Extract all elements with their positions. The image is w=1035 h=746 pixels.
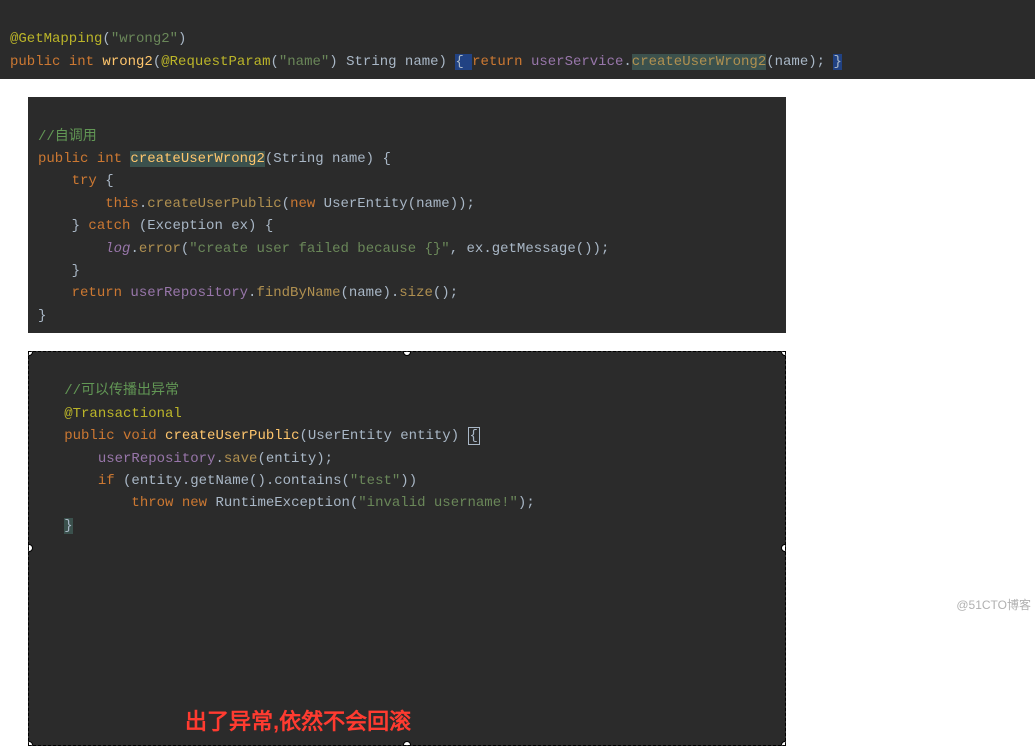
- annotation-text-overlay: 出了异常,依然不会回滚: [185, 704, 411, 739]
- code-block-transactional[interactable]: //可以传播出异常 @Transactional public void cre…: [28, 351, 786, 746]
- comment: //自调用: [38, 129, 97, 145]
- code-line: log.error("create user failed because {}…: [38, 241, 609, 257]
- code-line: } catch (Exception ex) {: [38, 218, 273, 234]
- code-line: try {: [38, 173, 114, 189]
- caret: {: [468, 427, 480, 445]
- code-line: userRepository.save(entity);: [39, 451, 333, 467]
- method-call: createUserWrong2: [632, 54, 766, 70]
- code-line: public int wrong2(@RequestParam("name") …: [10, 54, 842, 70]
- code-line: @Transactional: [39, 406, 182, 422]
- selection-handle[interactable]: [781, 351, 786, 356]
- selection-handle[interactable]: [28, 351, 33, 356]
- watermark: @51CTO博客: [956, 596, 1031, 613]
- code-line: @GetMapping("wrong2"): [10, 31, 186, 47]
- code-line: return userRepository.findByName(name).s…: [38, 285, 458, 301]
- code-line: public int createUserWrong2(String name)…: [38, 151, 391, 167]
- code-line: this.createUserPublic(new UserEntity(nam…: [38, 196, 475, 212]
- code-line: }: [38, 263, 80, 279]
- selection-handle[interactable]: [28, 741, 33, 746]
- selection-handle[interactable]: [403, 351, 411, 356]
- selection-handle[interactable]: [781, 741, 786, 746]
- code-line: if (entity.getName().contains("test")): [39, 473, 417, 489]
- annotation: @GetMapping: [10, 31, 102, 47]
- code-line: }: [39, 518, 73, 534]
- selection-handle[interactable]: [403, 741, 411, 746]
- selection-handle[interactable]: [28, 544, 33, 552]
- code-line: }: [38, 308, 46, 324]
- code-line: throw new RuntimeException("invalid user…: [39, 495, 535, 511]
- code-block-service-method: //自调用 public int createUserWrong2(String…: [28, 97, 786, 333]
- code-block-controller: @GetMapping("wrong2") public int wrong2(…: [0, 0, 1035, 79]
- code-line: public void createUserPublic(UserEntity …: [39, 427, 480, 445]
- selection-handle[interactable]: [781, 544, 786, 552]
- comment: //可以传播出异常: [39, 383, 179, 399]
